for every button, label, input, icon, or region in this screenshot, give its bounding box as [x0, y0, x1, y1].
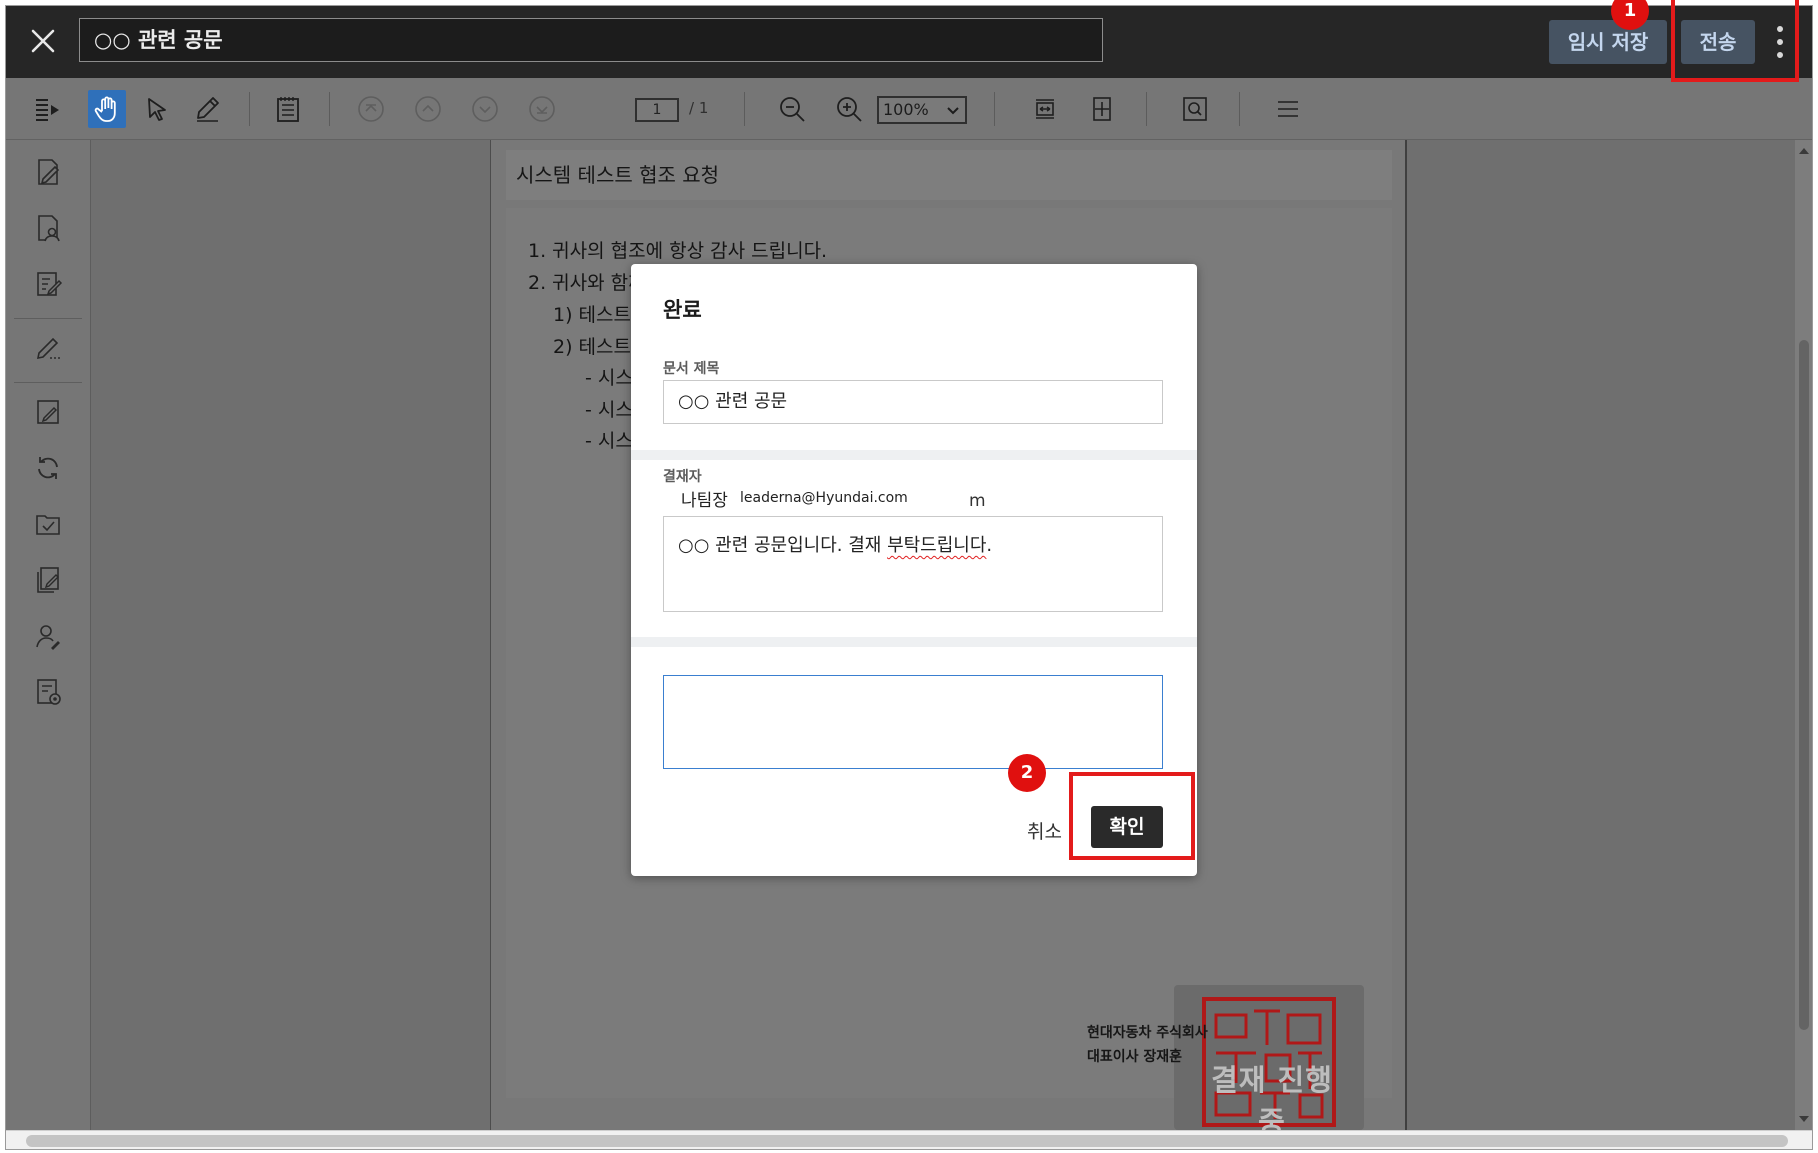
document-title-input[interactable]: ○○ 관련 공문	[663, 380, 1163, 424]
close-icon	[31, 29, 55, 53]
sign-document-button[interactable]	[28, 152, 68, 192]
close-button[interactable]	[24, 22, 62, 60]
message-text-end: .	[986, 535, 993, 556]
vertical-scroll-thumb[interactable]	[1799, 340, 1809, 1030]
company-name: 현대자동차 주식회사	[1087, 1025, 1208, 1041]
document-title-label: 문서 제목	[663, 361, 720, 377]
signature-pen-button[interactable]	[28, 328, 68, 368]
step-callout-2: 2	[1008, 754, 1046, 792]
approver-email-overflow: m	[969, 491, 986, 511]
zoom-out-button[interactable]	[773, 90, 811, 128]
ceo-name: 대표이사 장재훈	[1087, 1049, 1183, 1065]
document-settings-icon	[37, 679, 61, 705]
dialog-title: 완료	[663, 298, 702, 322]
document-line: 2) 테스트	[553, 336, 631, 358]
horizontal-scroll-thumb[interactable]	[26, 1135, 1788, 1147]
temp-save-button[interactable]: 임시 저장	[1549, 20, 1667, 64]
document-title-field[interactable]: ○○ 관련 공문	[79, 18, 1103, 62]
zoom-in-icon	[837, 97, 862, 122]
highlight-send-button	[1671, 0, 1799, 82]
tool-sidebar	[6, 140, 91, 1130]
notes-button[interactable]	[269, 90, 307, 128]
message-spellcheck-word: 부탁드립니다	[887, 535, 987, 556]
search-icon	[1183, 97, 1207, 121]
first-page-button[interactable]	[352, 90, 390, 128]
document-line: 2. 귀사와 함께	[528, 272, 646, 294]
approver-email: leaderna@Hyundai.com	[740, 490, 908, 506]
last-page-button[interactable]	[523, 90, 561, 128]
viewer-toolbar: 1 / 1 100%	[6, 78, 1812, 140]
toggle-panel-button[interactable]	[28, 90, 66, 128]
search-button[interactable]	[1176, 90, 1214, 128]
next-page-button[interactable]	[466, 90, 504, 128]
document-line: 1. 귀사의 협조에 항상 감사 드립니다.	[528, 240, 828, 262]
approval-in-progress-label: 결재 진행 중	[1211, 1063, 1333, 1130]
menu-button[interactable]	[1269, 90, 1307, 128]
pen-tool-button[interactable]	[188, 90, 226, 128]
message-text: ○○ 관련 공문입니다. 결재	[678, 535, 888, 556]
hand-tool-button[interactable]	[88, 90, 126, 128]
vertical-scrollbar[interactable]	[1795, 140, 1812, 1130]
document-line: - 시스	[585, 430, 633, 452]
signature-pen-icon	[36, 337, 60, 360]
menu-icon	[1278, 101, 1298, 117]
fit-page-icon	[1093, 97, 1111, 121]
next-page-icon	[472, 96, 498, 122]
user-sign-button[interactable]	[28, 616, 68, 656]
pencil-icon	[197, 97, 219, 122]
chevron-down-icon	[947, 107, 959, 115]
approve-folder-button[interactable]	[28, 504, 68, 544]
edit-form-button[interactable]	[28, 264, 68, 304]
previous-page-button[interactable]	[409, 90, 447, 128]
section-divider	[631, 450, 1197, 460]
refresh-icon	[38, 457, 58, 479]
cancel-button[interactable]: 취소	[1027, 817, 1062, 844]
document-line: - 시스	[585, 367, 633, 389]
hand-icon	[94, 96, 116, 122]
document-settings-button[interactable]	[28, 672, 68, 712]
scroll-up-icon[interactable]	[1799, 148, 1809, 154]
zoom-select[interactable]: 100%	[877, 96, 967, 124]
document-heading: 시스템 테스트 협조 요청	[506, 150, 1392, 200]
fit-page-button[interactable]	[1083, 90, 1121, 128]
current-page-input[interactable]: 1	[635, 98, 679, 122]
panel-toggle-icon	[36, 99, 59, 121]
document-user-icon	[38, 215, 60, 242]
zoom-in-button[interactable]	[830, 90, 868, 128]
document-user-button[interactable]	[28, 208, 68, 248]
last-page-icon	[529, 96, 555, 122]
select-tool-button[interactable]	[138, 90, 176, 128]
document-line: - 시스	[585, 399, 633, 421]
fit-width-button[interactable]	[1026, 90, 1064, 128]
scroll-down-icon[interactable]	[1799, 1116, 1809, 1122]
edit-document-icon	[37, 400, 59, 424]
user-sign-icon	[36, 625, 60, 650]
document-sign-icon	[38, 159, 60, 185]
approver-label: 결재자	[663, 469, 702, 485]
copy-edit-button[interactable]	[28, 560, 68, 600]
top-bar: ○○ 관련 공문 임시 저장 전송	[6, 6, 1812, 78]
section-divider	[631, 637, 1197, 647]
form-edit-icon	[37, 272, 63, 296]
document-copy-edit-icon	[37, 567, 59, 593]
zoom-value: 100%	[883, 100, 929, 119]
zoom-out-icon	[780, 97, 805, 122]
horizontal-scrollbar[interactable]	[6, 1130, 1812, 1149]
fit-width-icon	[1036, 99, 1054, 119]
approver-name: 나팀장	[681, 491, 728, 511]
highlight-confirm-button	[1069, 772, 1195, 860]
previous-page-icon	[415, 96, 441, 122]
edit-document-button[interactable]	[28, 392, 68, 432]
approval-status-overlay: 결재 진행 중	[1174, 985, 1364, 1130]
document-line: 1) 테스트	[553, 304, 631, 326]
folder-check-icon	[36, 515, 60, 535]
refresh-button[interactable]	[28, 448, 68, 488]
notes-icon	[277, 97, 299, 122]
comment-textarea[interactable]	[663, 675, 1163, 769]
approval-message-textarea[interactable]: ○○ 관련 공문입니다. 결재 부탁드립니다.	[663, 516, 1163, 612]
page-total: / 1	[689, 99, 709, 117]
first-page-icon	[358, 96, 384, 122]
document-viewer-window: ○○ 관련 공문 임시 저장 전송 1 / 1 100% 시스템 테스트 협조 …	[5, 5, 1813, 1150]
cursor-arrow-icon	[148, 98, 166, 121]
